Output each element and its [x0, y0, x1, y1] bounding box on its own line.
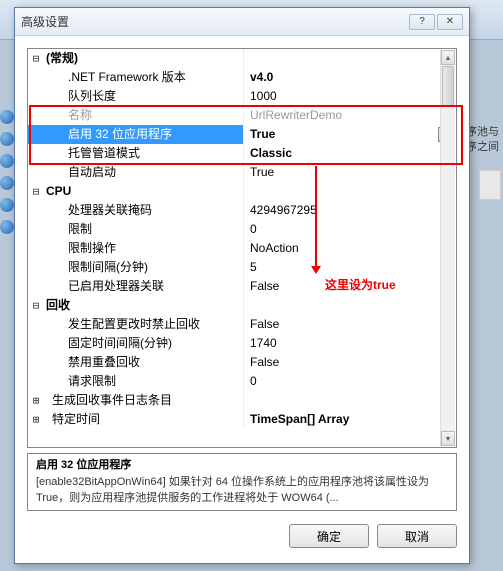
property-row[interactable]: 限制操作 NoAction	[28, 239, 456, 258]
globe-icon	[0, 110, 14, 124]
advanced-settings-dialog: 高级设置 ? ✕ ⊟ (常规) .NET Framework 版本 v4.0 队…	[14, 7, 470, 564]
property-row[interactable]: 禁用重叠回收 False	[28, 353, 456, 372]
scroll-thumb[interactable]	[442, 66, 454, 106]
globe-icon	[0, 176, 14, 190]
globe-icon	[0, 154, 14, 168]
description-panel: 启用 32 位应用程序 [enable32BitAppOnWin64] 如果针对…	[27, 453, 457, 511]
globe-icon	[0, 220, 14, 234]
button-bar: 确定 取消	[27, 521, 457, 551]
description-text: [enable32BitAppOnWin64] 如果针对 64 位操作系统上的应…	[36, 475, 448, 506]
property-row[interactable]: 处理器关联掩码 4294967295	[28, 201, 456, 220]
vertical-scrollbar[interactable]: ▴ ▾	[440, 50, 455, 446]
property-row[interactable]: 自动启动 True	[28, 163, 456, 182]
property-row-enable-32bit[interactable]: 启用 32 位应用程序 True ▾	[28, 125, 456, 144]
collapse-icon[interactable]: ⊟	[28, 296, 44, 315]
ok-button[interactable]: 确定	[289, 524, 369, 548]
property-row[interactable]: 队列长度 1000	[28, 87, 456, 106]
background-side-icons	[0, 110, 14, 242]
collapse-icon[interactable]: ⊟	[28, 182, 44, 201]
category-general[interactable]: ⊟ (常规)	[28, 49, 456, 68]
annotation-text: 这里设为true	[325, 276, 396, 293]
globe-icon	[0, 198, 14, 212]
expand-icon[interactable]: ⊞	[28, 391, 44, 410]
property-row[interactable]: 名称 UrlRewriterDemo	[28, 106, 456, 125]
category-cpu[interactable]: ⊟ CPU	[28, 182, 456, 201]
scroll-down-button[interactable]: ▾	[441, 431, 455, 446]
close-button[interactable]: ✕	[437, 14, 463, 30]
help-button[interactable]: ?	[409, 14, 435, 30]
dialog-title: 高级设置	[21, 13, 409, 30]
property-row[interactable]: 发生配置更改时禁止回收 False	[28, 315, 456, 334]
cancel-button[interactable]: 取消	[377, 524, 457, 548]
background-text: 序池与 序之间	[466, 125, 499, 156]
property-row[interactable]: 限制间隔(分钟) 5	[28, 258, 456, 277]
description-title: 启用 32 位应用程序	[36, 458, 448, 473]
property-row[interactable]: 请求限制 0	[28, 372, 456, 391]
property-row[interactable]: 托管管道模式 Classic	[28, 144, 456, 163]
globe-icon	[0, 132, 14, 146]
property-grid: ⊟ (常规) .NET Framework 版本 v4.0 队列长度 1000 …	[27, 48, 457, 448]
scroll-up-button[interactable]: ▴	[441, 50, 455, 65]
property-row[interactable]: 限制 0	[28, 220, 456, 239]
property-row[interactable]: ⊞ 生成回收事件日志条目	[28, 391, 456, 410]
collapse-icon[interactable]: ⊟	[28, 49, 44, 68]
category-recycle[interactable]: ⊟ 回收	[28, 296, 456, 315]
property-row[interactable]: 固定时间间隔(分钟) 1740	[28, 334, 456, 353]
titlebar[interactable]: 高级设置 ? ✕	[15, 8, 469, 36]
property-row[interactable]: ⊞ 特定时间 TimeSpan[] Array	[28, 410, 456, 429]
expand-icon[interactable]: ⊞	[28, 410, 44, 429]
property-row[interactable]: .NET Framework 版本 v4.0	[28, 68, 456, 87]
background-panel	[479, 170, 501, 200]
